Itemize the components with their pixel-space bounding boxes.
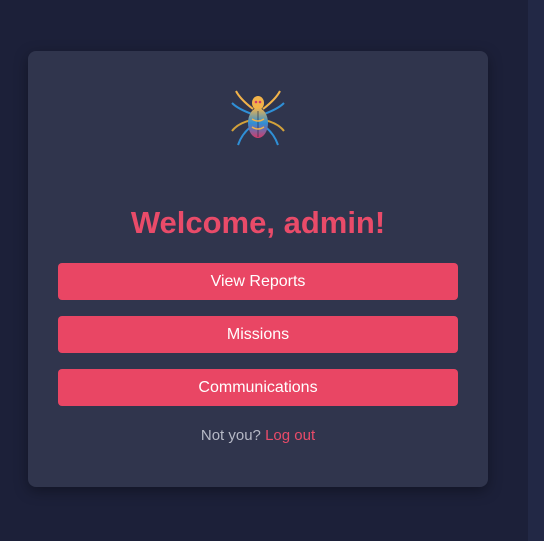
page-edge-strip <box>528 0 544 541</box>
welcome-heading: Welcome, admin! <box>130 205 386 240</box>
communications-button[interactable]: Communications <box>58 369 458 406</box>
missions-button[interactable]: Missions <box>58 316 458 353</box>
view-reports-button[interactable]: View Reports <box>58 263 458 300</box>
welcome-card: Welcome, admin! View Reports Missions Co… <box>28 51 488 487</box>
spider-icon <box>228 87 288 149</box>
logout-link[interactable]: Log out <box>265 427 315 444</box>
not-you-text: Not you? <box>200 427 261 444</box>
logout-footer: Not you? Log out <box>28 427 488 444</box>
